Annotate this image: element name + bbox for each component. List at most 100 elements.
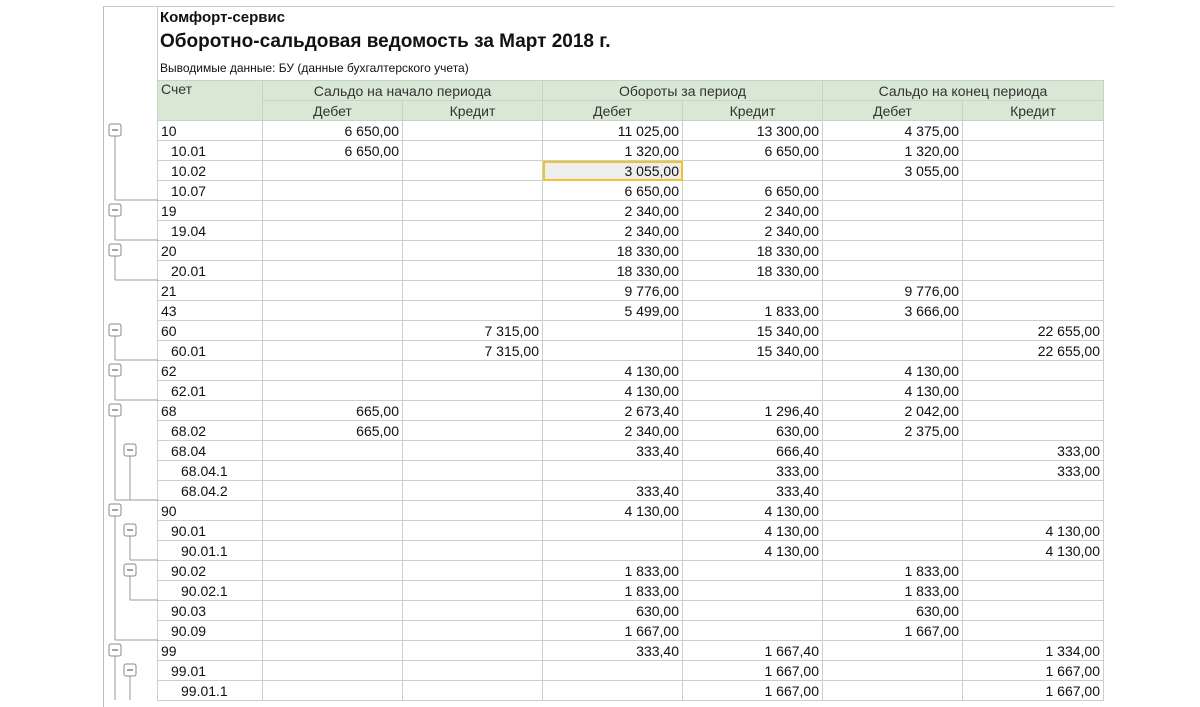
cell-opening-credit[interactable] (402, 180, 543, 201)
cell-turnover-credit[interactable]: 2 340,00 (682, 200, 823, 221)
cell-opening-debit[interactable]: 665,00 (262, 420, 403, 441)
cell-closing-credit[interactable] (962, 380, 1104, 401)
cell-account[interactable]: 20 (157, 240, 263, 261)
cell-turnover-credit[interactable]: 6 650,00 (682, 140, 823, 161)
cell-closing-credit[interactable] (962, 420, 1104, 441)
cell-opening-debit[interactable] (262, 180, 403, 201)
cell-closing-debit[interactable]: 2 375,00 (822, 420, 963, 441)
cell-opening-credit[interactable] (402, 600, 543, 621)
cell-closing-credit[interactable] (962, 480, 1104, 501)
cell-turnover-debit[interactable]: 4 130,00 (542, 380, 683, 401)
cell-opening-debit[interactable] (262, 560, 403, 581)
cell-turnover-credit[interactable]: 4 130,00 (682, 540, 823, 561)
cell-account[interactable]: 60.01 (157, 340, 263, 361)
collapse-button[interactable] (108, 643, 122, 657)
cell-closing-debit[interactable]: 1 320,00 (822, 140, 963, 161)
collapse-button[interactable] (123, 663, 137, 677)
table-row[interactable]: 62.01 4 130,00 4 130,00 (157, 380, 1104, 401)
cell-closing-credit[interactable]: 333,00 (962, 440, 1104, 461)
cell-closing-credit[interactable] (962, 360, 1104, 381)
cell-account[interactable]: 60 (157, 320, 263, 341)
cell-turnover-debit[interactable]: 3 055,00 (542, 160, 683, 181)
cell-turnover-credit[interactable]: 1 667,00 (682, 660, 823, 681)
cell-closing-debit[interactable] (822, 540, 963, 561)
cell-opening-credit[interactable] (402, 120, 543, 141)
cell-account[interactable]: 99.01.1 (157, 680, 263, 701)
table-row[interactable]: 68.04.2 333,40 333,40 (157, 480, 1104, 501)
cell-closing-debit[interactable]: 4 130,00 (822, 380, 963, 401)
cell-account[interactable]: 19 (157, 200, 263, 221)
cell-closing-credit[interactable]: 22 655,00 (962, 340, 1104, 361)
cell-turnover-debit[interactable]: 4 130,00 (542, 360, 683, 381)
cell-turnover-debit[interactable] (542, 460, 683, 481)
cell-turnover-credit[interactable]: 1 833,00 (682, 300, 823, 321)
cell-account[interactable]: 90 (157, 500, 263, 521)
cell-opening-credit[interactable] (402, 680, 543, 701)
cell-turnover-debit[interactable]: 1 320,00 (542, 140, 683, 161)
collapse-button[interactable] (108, 123, 122, 137)
cell-opening-debit[interactable] (262, 640, 403, 661)
table-row[interactable]: 99 333,40 1 667,40 1 334,00 (157, 640, 1104, 661)
cell-opening-credit[interactable] (402, 660, 543, 681)
cell-closing-credit[interactable] (962, 500, 1104, 521)
cell-turnover-debit[interactable] (542, 340, 683, 361)
cell-closing-debit[interactable] (822, 460, 963, 481)
table-row[interactable]: 20.01 18 330,00 18 330,00 (157, 260, 1104, 281)
cell-account[interactable]: 90.02 (157, 560, 263, 581)
cell-opening-credit[interactable] (402, 300, 543, 321)
cell-account[interactable]: 90.02.1 (157, 580, 263, 601)
cell-opening-debit[interactable]: 6 650,00 (262, 140, 403, 161)
cell-account[interactable]: 68 (157, 400, 263, 421)
cell-opening-debit[interactable] (262, 280, 403, 301)
cell-closing-credit[interactable] (962, 180, 1104, 201)
cell-closing-debit[interactable] (822, 480, 963, 501)
cell-turnover-debit[interactable]: 6 650,00 (542, 180, 683, 201)
cell-account[interactable]: 19.04 (157, 220, 263, 241)
collapse-button[interactable] (108, 243, 122, 257)
cell-closing-debit[interactable]: 1 833,00 (822, 560, 963, 581)
cell-turnover-credit[interactable]: 1 667,00 (682, 680, 823, 701)
cell-closing-debit[interactable] (822, 240, 963, 261)
cell-closing-debit[interactable] (822, 500, 963, 521)
cell-turnover-debit[interactable] (542, 320, 683, 341)
cell-turnover-debit[interactable]: 333,40 (542, 640, 683, 661)
collapse-button[interactable] (123, 443, 137, 457)
cell-opening-debit[interactable] (262, 320, 403, 341)
cell-closing-debit[interactable]: 4 375,00 (822, 120, 963, 141)
cell-opening-credit[interactable] (402, 220, 543, 241)
cell-turnover-debit[interactable]: 333,40 (542, 480, 683, 501)
cell-turnover-debit[interactable]: 2 340,00 (542, 200, 683, 221)
cell-opening-credit[interactable] (402, 360, 543, 381)
table-row[interactable]: 60 7 315,00 15 340,00 22 655,00 (157, 320, 1104, 341)
cell-closing-credit[interactable] (962, 280, 1104, 301)
cell-turnover-debit[interactable]: 2 340,00 (542, 220, 683, 241)
cell-turnover-debit[interactable] (542, 680, 683, 701)
cell-closing-debit[interactable]: 1 667,00 (822, 620, 963, 641)
table-row[interactable]: 10.02 3 055,00 3 055,00 (157, 160, 1104, 181)
table-row[interactable]: 60.01 7 315,00 15 340,00 22 655,00 (157, 340, 1104, 361)
cell-opening-credit[interactable] (402, 640, 543, 661)
collapse-button[interactable] (108, 503, 122, 517)
cell-opening-debit[interactable] (262, 220, 403, 241)
table-row[interactable]: 68.02 665,00 2 340,00 630,00 2 375,00 (157, 420, 1104, 441)
table-row[interactable]: 90.02 1 833,00 1 833,00 (157, 560, 1104, 581)
cell-account[interactable]: 62.01 (157, 380, 263, 401)
cell-opening-credit[interactable] (402, 480, 543, 501)
table-row[interactable]: 21 9 776,00 9 776,00 (157, 280, 1104, 301)
cell-turnover-debit[interactable]: 9 776,00 (542, 280, 683, 301)
cell-opening-credit[interactable] (402, 560, 543, 581)
table-row[interactable]: 99.01.1 1 667,00 1 667,00 (157, 680, 1104, 701)
cell-opening-debit[interactable] (262, 520, 403, 541)
table-row[interactable]: 10 6 650,00 11 025,00 13 300,00 4 375,00 (157, 120, 1104, 141)
cell-closing-credit[interactable] (962, 240, 1104, 261)
cell-account[interactable]: 62 (157, 360, 263, 381)
cell-opening-debit[interactable] (262, 540, 403, 561)
cell-turnover-credit[interactable]: 1 296,40 (682, 400, 823, 421)
cell-turnover-debit[interactable]: 333,40 (542, 440, 683, 461)
cell-closing-credit[interactable]: 1 667,00 (962, 680, 1104, 701)
cell-turnover-debit[interactable]: 2 340,00 (542, 420, 683, 441)
collapse-button[interactable] (123, 523, 137, 537)
cell-opening-debit[interactable] (262, 340, 403, 361)
cell-opening-credit[interactable] (402, 140, 543, 161)
cell-opening-debit[interactable] (262, 440, 403, 461)
